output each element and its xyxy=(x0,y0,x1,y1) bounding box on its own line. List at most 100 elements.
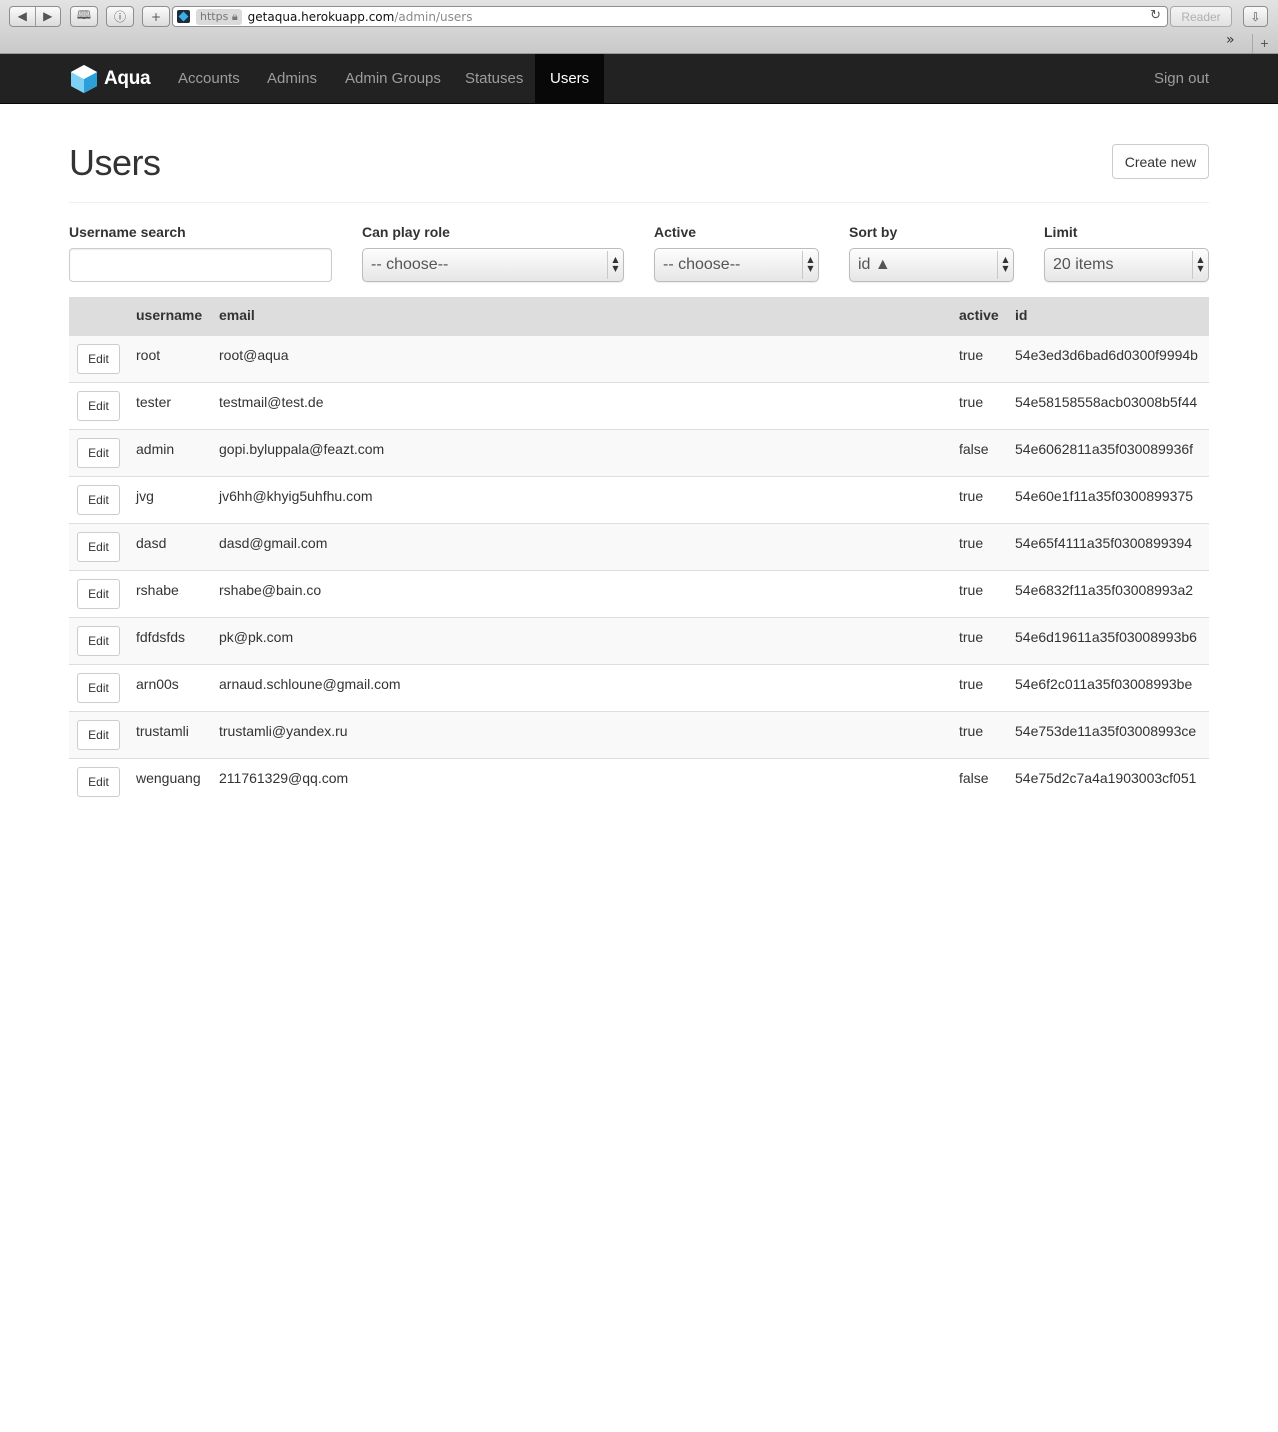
active-cell: true xyxy=(959,347,984,363)
nav-statuses[interactable]: Statuses xyxy=(450,54,538,104)
limit-label: Limit xyxy=(1044,224,1078,240)
active-value: -- choose-- xyxy=(663,256,741,273)
lock-icon: 🔒︎ xyxy=(231,9,238,23)
edit-button[interactable]: Edit xyxy=(77,767,120,797)
id-cell: 54e6d19611a35f03008993b6 xyxy=(1015,629,1197,645)
table-row: Edit dasd dasd@gmail.com true 54e65f4111… xyxy=(69,523,1209,570)
edit-button[interactable]: Edit xyxy=(77,532,120,562)
forward-icon[interactable]: ▶ xyxy=(36,7,61,26)
column-header-username[interactable]: username xyxy=(136,297,202,333)
active-cell: true xyxy=(959,582,984,598)
email-cell: root@aqua xyxy=(219,347,289,363)
browser-toolbar: ◀ ▶ 🕮 ⓘ + https 🔒︎ getaqua.herokuapp.com… xyxy=(0,0,1278,54)
brand-link[interactable]: Aqua xyxy=(70,64,151,94)
username-cell: trustamli xyxy=(136,723,189,739)
edit-button[interactable]: Edit xyxy=(77,438,120,468)
edit-button[interactable]: Edit xyxy=(77,579,120,609)
username-cell: wenguang xyxy=(136,770,201,786)
id-cell: 54e58158558acb03008b5f44 xyxy=(1015,394,1198,410)
email-cell: dasd@gmail.com xyxy=(219,535,328,551)
page-title: Users xyxy=(69,142,161,183)
bookmarks-button[interactable]: 🕮 xyxy=(70,6,98,27)
edit-button[interactable]: Edit xyxy=(77,485,120,515)
reload-icon[interactable]: ↻ xyxy=(1150,8,1161,23)
https-badge: https 🔒︎ xyxy=(196,8,242,25)
address-bar[interactable]: https 🔒︎ getaqua.herokuapp.com /admin/us… xyxy=(172,6,1168,27)
username-cell: rshabe xyxy=(136,582,179,598)
active-cell: true xyxy=(959,723,984,739)
aqua-logo-icon xyxy=(71,65,97,93)
id-cell: 54e65f4111a35f0300899394 xyxy=(1015,535,1192,551)
username-cell: dasd xyxy=(136,535,167,551)
sign-out-link[interactable]: Sign out xyxy=(1154,54,1209,104)
username-cell: tester xyxy=(136,394,172,410)
table-row: Edit trustamli trustamli@yandex.ru true … xyxy=(69,711,1209,758)
column-header-id[interactable]: id xyxy=(1015,297,1027,333)
limit-select[interactable]: 20 items ▲ ▼ xyxy=(1044,248,1209,282)
edit-button[interactable]: Edit xyxy=(77,720,120,750)
table-row: Edit jvg jv6hh@khyig5uhfhu.com true 54e6… xyxy=(69,476,1209,523)
edit-button[interactable]: Edit xyxy=(77,673,120,703)
top-sites-button[interactable]: ⓘ xyxy=(106,6,134,27)
top-navbar: Aqua Accounts Admins Admin Groups Status… xyxy=(0,54,1278,104)
active-select[interactable]: -- choose-- ▲ ▼ xyxy=(654,248,819,282)
book-icon: 🕮 xyxy=(76,8,92,22)
id-cell: 54e3ed3d6bad6d0300f9994b xyxy=(1015,347,1198,363)
nav-admin-groups[interactable]: Admin Groups xyxy=(330,54,456,104)
sort-by-select[interactable]: id ▲ ▲ ▼ xyxy=(849,248,1014,282)
email-cell: testmail@test.de xyxy=(219,394,324,410)
new-tab-icon[interactable]: + xyxy=(1252,34,1276,53)
id-cell: 54e6f2c011a35f03008993be xyxy=(1015,676,1193,692)
email-cell: 211761329@qq.com xyxy=(219,770,349,786)
table-row: Edit rshabe rshabe@bain.co true 54e6832f… xyxy=(69,570,1209,617)
id-cell: 54e6062811a35f030089936f xyxy=(1015,441,1194,457)
edit-button[interactable]: Edit xyxy=(77,626,120,656)
create-new-button[interactable]: Create new xyxy=(1112,144,1209,179)
table-body: Edit root root@aqua true 54e3ed3d6bad6d0… xyxy=(69,335,1209,805)
info-icon: ⓘ xyxy=(113,10,126,24)
username-search-input[interactable] xyxy=(69,248,332,282)
email-cell: arnaud.schloune@gmail.com xyxy=(219,676,401,692)
active-cell: false xyxy=(959,441,989,457)
id-cell: 54e75d2c7a4a1903003cf051 xyxy=(1015,770,1197,786)
username-cell: jvg xyxy=(136,488,154,504)
plus-icon: + xyxy=(150,9,162,24)
add-bookmark-button[interactable]: + xyxy=(142,6,170,27)
can-play-role-value: -- choose-- xyxy=(371,256,449,273)
users-table: username email active id Edit root root@… xyxy=(69,297,1209,805)
sort-by-value: id ▲ xyxy=(858,256,891,273)
downloads-button[interactable]: ⇩ xyxy=(1243,6,1268,27)
can-play-role-select[interactable]: -- choose-- ▲ ▼ xyxy=(362,248,624,282)
active-label: Active xyxy=(654,224,697,240)
table-row: Edit tester testmail@test.de true 54e581… xyxy=(69,382,1209,429)
brand-name: Aqua xyxy=(104,68,151,89)
sort-by-label: Sort by xyxy=(849,224,898,240)
download-icon: ⇩ xyxy=(1250,9,1261,24)
reader-button[interactable]: Reader xyxy=(1170,6,1232,27)
url-path: /admin/users xyxy=(394,9,473,24)
table-row: Edit arn00s arnaud.schloune@gmail.com tr… xyxy=(69,664,1209,711)
nav-users[interactable]: Users xyxy=(535,54,605,104)
table-row: Edit wenguang 211761329@qq.com false 54e… xyxy=(69,758,1209,805)
select-arrows-icon: ▲ ▼ xyxy=(1192,251,1208,279)
select-arrows-icon: ▲ ▼ xyxy=(607,251,623,279)
favicon-icon xyxy=(177,10,190,23)
username-cell: admin xyxy=(136,441,175,457)
active-cell: false xyxy=(959,770,989,786)
edit-button[interactable]: Edit xyxy=(77,344,120,374)
column-header-email[interactable]: email xyxy=(219,297,255,333)
nav-admins[interactable]: Admins xyxy=(252,54,332,104)
nav-accounts[interactable]: Accounts xyxy=(163,54,255,104)
table-header: username email active id xyxy=(69,297,1209,335)
active-cell: true xyxy=(959,535,984,551)
email-cell: trustamli@yandex.ru xyxy=(219,723,348,739)
table-row: Edit fdfdsfds pk@pk.com true 54e6d19611a… xyxy=(69,617,1209,664)
bookmarks-overflow-icon[interactable]: » xyxy=(1226,32,1235,48)
username-cell: root xyxy=(136,347,161,363)
username-cell: arn00s xyxy=(136,676,179,692)
table-row: Edit root root@aqua true 54e3ed3d6bad6d0… xyxy=(69,335,1209,382)
back-icon[interactable]: ◀ xyxy=(10,7,36,26)
edit-button[interactable]: Edit xyxy=(77,391,120,421)
email-cell: jv6hh@khyig5uhfhu.com xyxy=(219,488,373,504)
column-header-active[interactable]: active xyxy=(959,297,999,333)
